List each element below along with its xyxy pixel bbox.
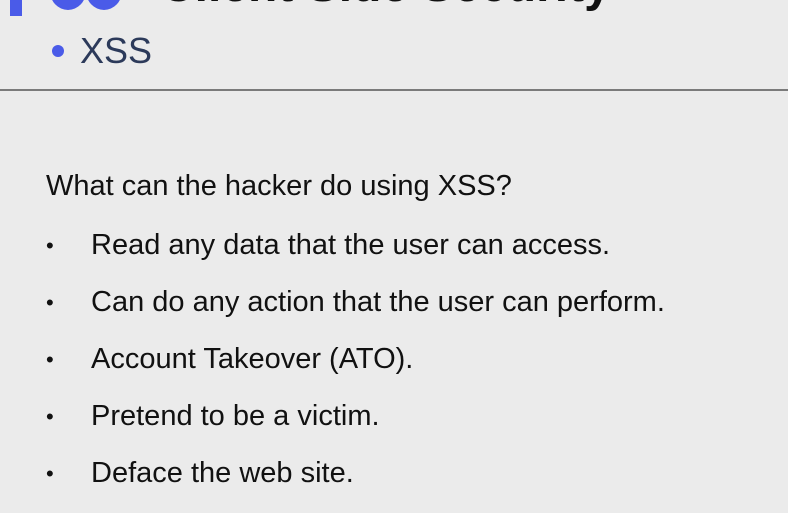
divider	[0, 89, 788, 91]
slide-title: Client Side Security	[160, 0, 611, 13]
bullet-icon: •	[46, 404, 54, 429]
logo-circle	[86, 0, 122, 10]
question-text: What can the hacker do using XSS?	[46, 170, 512, 202]
subtitle-text: XSS	[80, 30, 153, 71]
list-item: • Account Takeover (ATO).	[46, 342, 665, 377]
bullet-icon: •	[46, 233, 54, 258]
list-item-text: Can do any action that the user can perf…	[91, 286, 665, 318]
logo-circle	[50, 0, 86, 10]
list-item-text: Pretend to be a victim.	[91, 400, 380, 432]
bullet-icon	[52, 45, 64, 57]
bullet-icon: •	[46, 461, 54, 486]
logo-bar	[10, 0, 22, 16]
list-item-text: Account Takeover (ATO).	[91, 343, 414, 375]
bullet-icon: •	[46, 347, 54, 372]
list-item-text: Read any data that the user can access.	[91, 229, 611, 261]
list-item: • Pretend to be a victim.	[46, 399, 665, 434]
bullet-icon: •	[46, 290, 54, 315]
slide-subtitle: XSS	[52, 30, 152, 72]
list-item: • Can do any action that the user can per…	[46, 285, 665, 320]
list-item-text: Deface the web site.	[91, 457, 354, 489]
list-item: • Deface the web site.	[46, 456, 665, 491]
list-item: • Read any data that the user can access.	[46, 228, 665, 263]
bullet-list: • Read any data that the user can access.…	[46, 228, 665, 513]
